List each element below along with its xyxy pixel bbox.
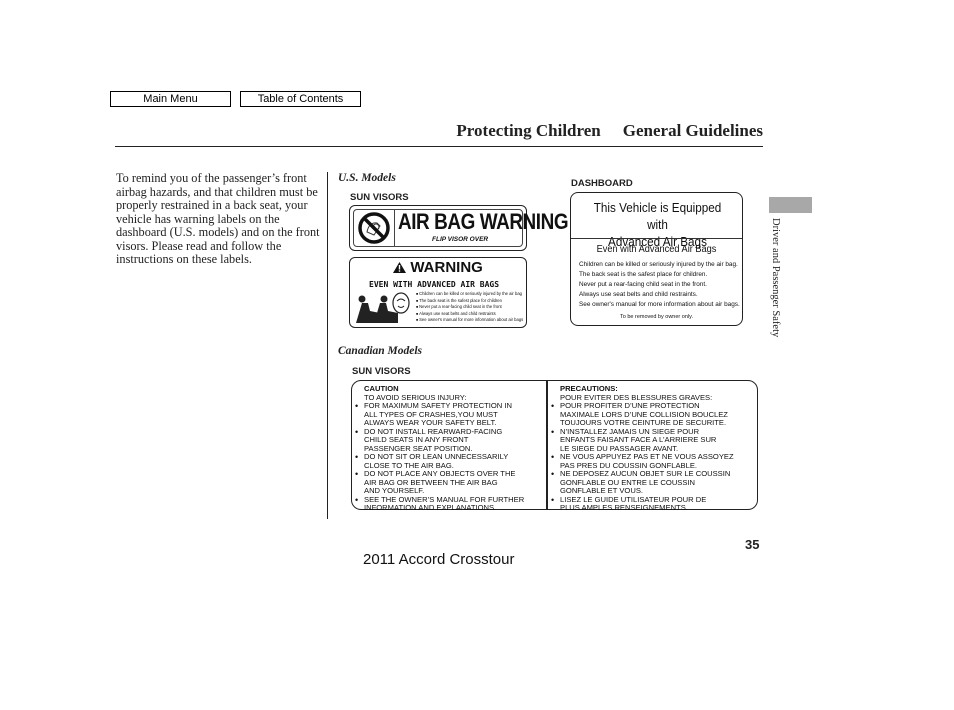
canadian-models-heading: Canadian Models: [338, 345, 423, 357]
dashboard-sign-line: Never put a rear-facing child seat in th…: [579, 281, 707, 288]
dashboard-sign-line: Always use seat belts and child restrain…: [579, 291, 698, 298]
precautions-item: N’INSTALLEZ JAMAIS UN SIEGE POUR ENFANTS…: [550, 427, 734, 454]
header-rule: [115, 146, 763, 147]
caution-item: SEE THE OWNER’S MANUAL FOR FURTHER INFOR…: [354, 495, 524, 513]
chapter-tab: [769, 197, 812, 213]
caution-item: DO NOT SIT OR LEAN UNNECESSARILY CLOSE T…: [354, 452, 524, 470]
canadian-visor-label: CAUTION TO AVOID SERIOUS INJURY: FOR MAX…: [351, 380, 758, 513]
precautions-item: NE VOUS APPUYEZ PAS ET NE VOUS ASSOYEZ P…: [550, 452, 734, 470]
precautions-item: LISEZ LE GUIDE UTILISATEUR POUR DE PLUS …: [550, 495, 734, 513]
warning-triangle-icon: [393, 259, 410, 276]
airbag-warning-title: AIR BAG WARNING: [398, 209, 569, 234]
warning-title: WARNING: [410, 259, 483, 276]
precautions-item: POUR PROFITER D’UNE PROTECTION MAXIMALE …: [550, 401, 734, 428]
section-title: Protecting Children: [456, 121, 601, 140]
us-models-heading: U.S. Models: [338, 172, 396, 184]
precautions-item: NE DEPOSEZ AUCUN OBJET SUR LE COUSSIN GO…: [550, 469, 734, 496]
warning-heading: WARNING: [350, 259, 526, 276]
warning-bullet: See owner's manual for more information …: [416, 317, 523, 324]
dashboard-sign-footer: To be removed by owner only.: [620, 314, 693, 320]
caution-item: FOR MAXIMUM SAFETY PROTECTION IN ALL TYP…: [354, 401, 524, 428]
warning-bullets: Children can be killed or seriously inju…: [416, 291, 523, 324]
column-divider: [327, 172, 328, 519]
us-sun-visors-label: SUN VISORS: [350, 192, 409, 203]
caution-item-line: INFORMATION AND EXPLANATIONS.: [364, 503, 497, 512]
airbag-warning-visor-label: AIR BAG WARNING FLIP VISOR OVER: [349, 205, 569, 251]
warning-subtitle: EVEN WITH ADVANCED AIR BAGS: [369, 280, 500, 289]
precautions-french-column: PRECAUTIONS: POUR EVITER DES BLESSURES G…: [550, 384, 734, 513]
warning-bullet: Children can be killed or seriously inju…: [416, 291, 523, 298]
dashboard-label: DASHBOARD: [571, 178, 633, 189]
canadian-label-divider: [546, 381, 548, 509]
page-title: Protecting Children General Guidelines: [456, 121, 763, 141]
flip-visor-text: FLIP VISOR OVER: [432, 236, 489, 243]
footer-title: 2011 Accord Crosstour: [363, 551, 515, 568]
warning-visor-label: WARNING EVEN WITH ADVANCED AIR BAGS Chil…: [349, 257, 527, 328]
caution-item: DO NOT PLACE ANY OBJECTS OVER THE AIR BA…: [354, 469, 524, 496]
chapter-tab-label: Driver and Passenger Safety: [770, 218, 781, 338]
dashboard-sign-title: This Vehicle is Equipped with Advanced A…: [583, 199, 732, 250]
dashboard-sign-separator: [571, 238, 742, 239]
dashboard-airbag-sign: This Vehicle is Equipped with Advanced A…: [570, 192, 743, 326]
precautions-item-line: PLUS AMPLES RENSEIGNEMENTS.: [560, 503, 688, 512]
page-number: 35: [745, 537, 760, 552]
no-child-seat-icon: [354, 210, 395, 246]
intro-paragraph: To remind you of the passenger’s front a…: [116, 171, 320, 266]
caution-english-column: CAUTION TO AVOID SERIOUS INJURY: FOR MAX…: [354, 384, 524, 513]
main-menu-button[interactable]: Main Menu: [110, 91, 231, 107]
child-seat-airbag-icon: [354, 291, 412, 330]
dashboard-sign-line: The back seat is the safest place for ch…: [579, 271, 708, 278]
table-of-contents-button[interactable]: Table of Contents: [240, 91, 361, 107]
dashboard-sign-line: Children can be killed or seriously inju…: [579, 261, 738, 268]
caution-item: DO NOT INSTALL REARWARD-FACING CHILD SEA…: [354, 427, 524, 454]
dashboard-sign-lines: Children can be killed or seriously inju…: [579, 260, 740, 310]
subsection-title: General Guidelines: [622, 121, 763, 140]
dashboard-sign-line: See owner's manual for more information …: [579, 301, 740, 308]
canadian-sun-visors-label: SUN VISORS: [352, 366, 411, 377]
dashboard-title-line-1: This Vehicle is Equipped with: [593, 200, 722, 232]
dashboard-sign-subtitle: Even with Advanced Air Bags: [596, 244, 717, 255]
